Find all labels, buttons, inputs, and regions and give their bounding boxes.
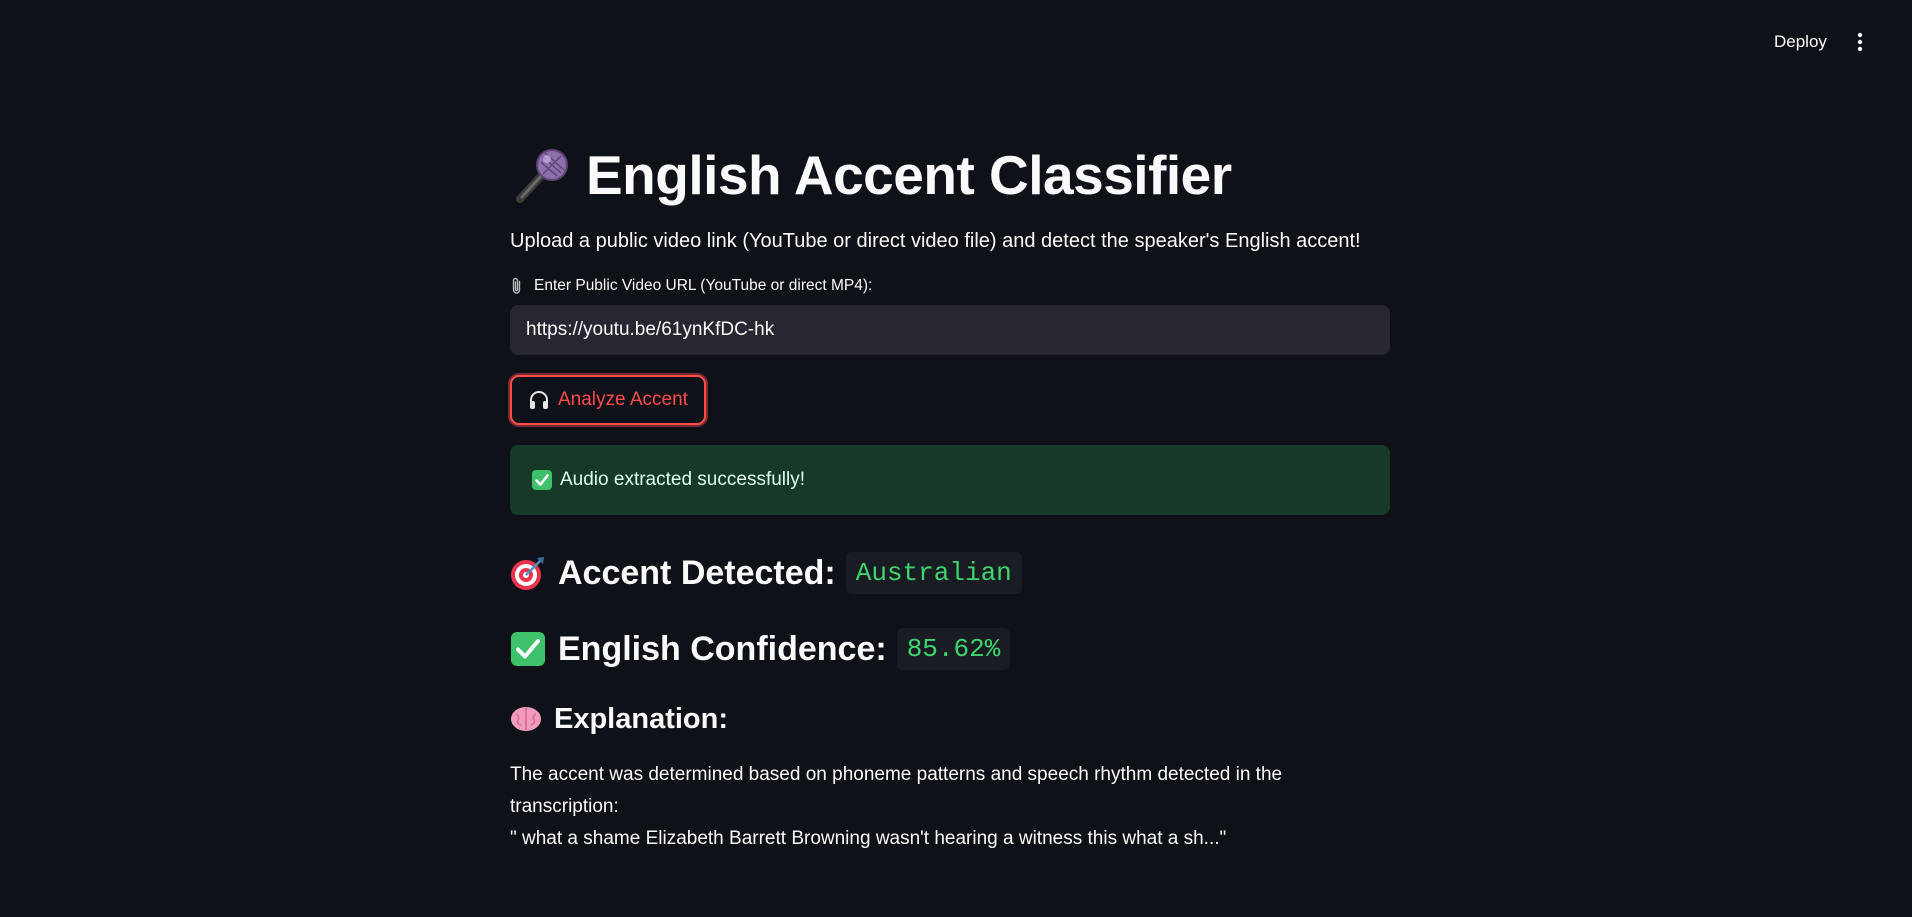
analyze-accent-button[interactable]: Analyze Accent <box>510 375 706 425</box>
target-icon <box>510 555 546 591</box>
check-mark-icon <box>510 631 546 667</box>
confidence-result: English Confidence: 85.62% <box>510 627 1390 671</box>
page-subtitle: Upload a public video link (YouTube or d… <box>510 230 1361 252</box>
page-title: English Accent Classifier <box>510 130 1390 220</box>
paperclip-icon <box>510 277 524 295</box>
top-toolbar: Deploy <box>0 0 1912 84</box>
url-field-label-text: Enter Public Video URL (YouTube or direc… <box>534 277 873 294</box>
video-url-input[interactable] <box>510 305 1390 355</box>
confidence-value: 85.62% <box>896 628 1011 670</box>
main-content: English Accent Classifier Upload a publi… <box>510 130 1390 855</box>
brain-icon <box>510 705 542 733</box>
headphones-icon <box>528 389 550 411</box>
deploy-button[interactable]: Deploy <box>1760 26 1841 58</box>
success-alert: Audio extracted successfully! <box>510 445 1390 515</box>
accent-value: Australian <box>845 552 1022 594</box>
page-title-text: English Accent Classifier <box>586 144 1232 206</box>
explanation-text: The accent was determined based on phone… <box>510 759 1390 855</box>
accent-label: Accent Detected: <box>558 553 836 592</box>
check-box-icon <box>532 470 552 490</box>
explanation-title: Explanation: <box>554 702 729 735</box>
confidence-label: English Confidence: <box>558 629 887 668</box>
url-field-label: Enter Public Video URL (YouTube or direc… <box>510 277 1390 295</box>
explanation-transcript: " what a shame Elizabeth Barrett Brownin… <box>510 828 1227 849</box>
app-root: Deploy English Accent Classifier Upload … <box>0 0 1912 917</box>
microphone-icon <box>516 149 568 203</box>
explanation-line: The accent was determined based on phone… <box>510 764 1283 817</box>
kebab-menu-icon <box>1857 32 1863 52</box>
main-menu-button[interactable] <box>1844 26 1876 58</box>
success-message: Audio extracted successfully! <box>560 469 806 490</box>
analyze-button-label: Analyze Accent <box>558 389 688 410</box>
explanation-heading: Explanation: <box>510 699 1390 739</box>
accent-result: Accent Detected: Australian <box>510 551 1390 595</box>
